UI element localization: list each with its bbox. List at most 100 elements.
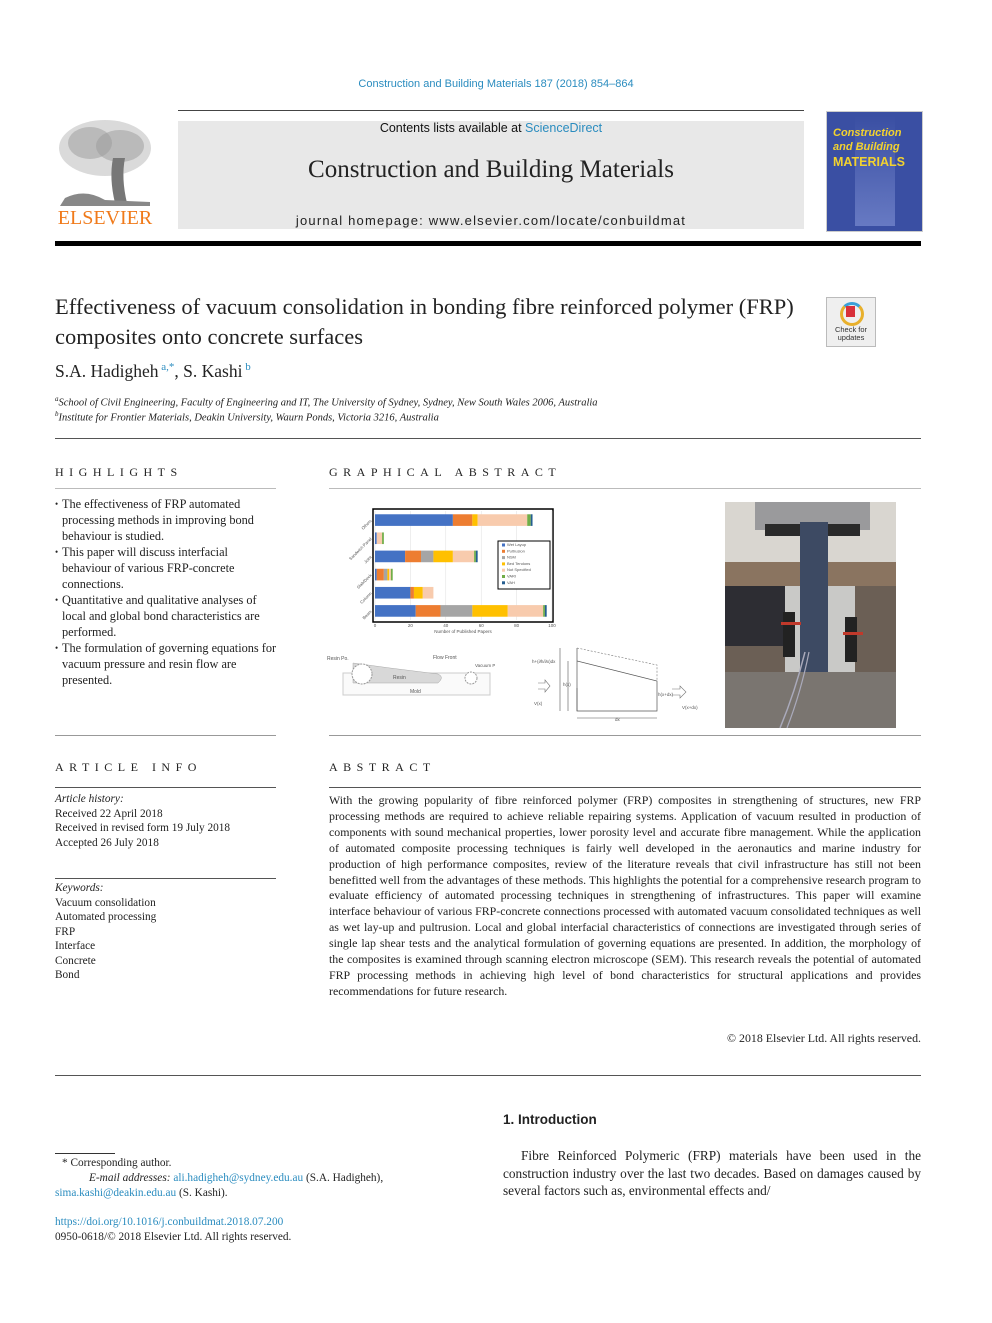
legend-swatch <box>502 568 505 572</box>
author-marks[interactable]: b <box>245 361 251 373</box>
doi-url[interactable]: https://doi.org/10.1016/j.conbuildmat.20… <box>55 1216 283 1228</box>
corresponding-author-note: * Corresponding author. <box>62 1157 172 1169</box>
x-tick-label: 40 <box>443 623 449 628</box>
author-list: S.A. Hadigheh a,*, S. Kashi b <box>55 361 251 381</box>
keyword[interactable]: Bond <box>55 969 79 981</box>
divider <box>55 787 276 788</box>
contents-prefix: Contents lists available at <box>379 121 526 135</box>
bar-segment <box>375 514 453 526</box>
check-for-updates-button[interactable]: Check for updates <box>826 297 876 347</box>
resin-label: Resin <box>393 675 406 681</box>
elsevier-logo[interactable]: ELSEVIER <box>55 118 155 230</box>
resin-pot-label: Resin Po. <box>327 656 349 662</box>
bar-segment <box>375 568 377 581</box>
article-info-heading: ARTICLE INFO <box>55 760 202 774</box>
bar-segment <box>440 605 473 617</box>
bar-segment <box>375 532 377 545</box>
bar-segment <box>421 550 434 563</box>
divider <box>55 1075 921 1076</box>
check-for-updates-label: Check for updates <box>834 325 868 342</box>
vacuum-pump-label: Vacuum Pump <box>475 663 495 668</box>
bar-segment <box>376 532 383 545</box>
resin-pot-circle <box>351 663 373 685</box>
keywords-label: Keywords: <box>55 882 104 894</box>
introduction-heading: 1. Introduction <box>503 1112 597 1127</box>
cover-materials: MATERIALS <box>833 155 905 169</box>
category-label: Joint <box>363 554 373 564</box>
doi-link[interactable]: https://doi.org/10.1016/j.conbuildmat.20… <box>55 1215 283 1230</box>
x-tick-label: 0 <box>374 623 377 628</box>
bar-segment <box>530 514 533 526</box>
outflow-arrow-icon <box>672 685 687 699</box>
bar-segment <box>375 605 416 617</box>
contents-line: Contents lists available at ScienceDirec… <box>178 121 804 135</box>
journal-cover-image[interactable]: Construction and Building MATERIALS <box>826 111 923 232</box>
email-link-kashi[interactable]: sima.kashi@deakin.edu.au <box>55 1187 176 1199</box>
bar-segment <box>413 586 423 599</box>
author-marks[interactable]: a,* <box>161 361 174 373</box>
history-label: Article history: <box>55 793 124 805</box>
control-volume <box>576 648 658 712</box>
bar-segment <box>452 550 475 563</box>
test-setup-photo[interactable] <box>725 502 896 728</box>
legend-label: VARI <box>507 574 516 579</box>
bookmark-icon <box>846 306 855 317</box>
abstract-text: With the growing popularity of fibre rei… <box>329 793 921 998</box>
height-dx-label: h(x+dx) <box>658 692 674 697</box>
keyword[interactable]: Automated processing <box>55 911 156 923</box>
x-tick-label: 100 <box>548 623 556 628</box>
bar-segment <box>527 514 531 526</box>
divider <box>55 438 921 439</box>
keyword[interactable]: FRP <box>55 926 75 938</box>
email-label: E-mail addresses: <box>89 1172 171 1184</box>
journal-homepage[interactable]: journal homepage: www.elsevier.com/locat… <box>178 213 804 228</box>
keyword[interactable]: Vacuum consolidation <box>55 897 156 909</box>
keyword[interactable]: Concrete <box>55 955 96 967</box>
divider <box>329 488 921 489</box>
journal-title[interactable]: Construction and Building Materials <box>178 156 804 184</box>
author-name[interactable]: S. Kashi <box>183 361 242 381</box>
inflow-arrow-icon <box>538 679 551 693</box>
bar-segment <box>375 586 411 599</box>
publications-bar-chart: OthersSandwich PanelJointSlab/DeckColumn… <box>348 508 556 634</box>
category-label: Others <box>360 518 372 530</box>
mold-label: Mold <box>410 689 421 695</box>
affiliation: aSchool of Civil Engineering, Faculty of… <box>55 395 598 409</box>
footnote-rule <box>55 1153 115 1154</box>
bar-segment <box>383 568 388 581</box>
divider <box>55 488 276 489</box>
history-item: Received 22 April 2018 <box>55 807 163 820</box>
x-tick-label: 80 <box>514 623 520 628</box>
legend-label: Pultrusion <box>507 548 525 553</box>
abstract-heading: ABSTRACT <box>329 760 436 774</box>
article-history: Article history: Received 22 April 2018 … <box>55 792 230 850</box>
outflow-label: V(x+dx) <box>682 705 698 710</box>
divider <box>55 878 276 879</box>
affiliation: bInstitute for Frontier Materials, Deaki… <box>55 410 439 424</box>
header-thick-rule <box>55 241 921 246</box>
legend-label: Bed Tendons <box>507 561 530 566</box>
journal-citation[interactable]: Construction and Building Materials 187 … <box>0 78 992 90</box>
legend-label: Wet Layup <box>507 542 527 547</box>
keywords-list: Keywords: Vacuum consolidation Automated… <box>55 881 156 983</box>
category-label: Column <box>359 590 373 604</box>
email-link-hadigheh[interactable]: ali.hadigheh@sydney.edu.au <box>173 1172 303 1184</box>
x-tick-label: 20 <box>408 623 414 628</box>
email-addresses: E-mail addresses: ali.hadigheh@sydney.ed… <box>55 1172 384 1199</box>
legend-swatch <box>502 575 505 578</box>
author-name[interactable]: S.A. Hadigheh <box>55 361 159 381</box>
abstract-copyright: © 2018 Elsevier Ltd. All rights reserved… <box>727 1031 921 1045</box>
bar-segment <box>422 586 434 599</box>
article-title: Effectiveness of vacuum consolidation in… <box>55 294 794 349</box>
cover-title: Construction and Building <box>833 127 902 153</box>
bar-segment <box>507 605 544 617</box>
bar-segment <box>382 532 384 545</box>
journal-banner: Contents lists available at ScienceDirec… <box>178 121 804 229</box>
bar-segment <box>472 514 478 526</box>
bar-segment <box>375 550 406 563</box>
sciencedirect-link[interactable]: ScienceDirect <box>525 121 602 135</box>
graphical-abstract-heading: GRAPHICAL ABSTRACT <box>329 465 562 479</box>
keyword[interactable]: Interface <box>55 940 95 952</box>
resin-infusion-diagram: Resin Po. Flow Front Vacuum Pump Resin M… <box>327 655 495 696</box>
legend-label: Not Specified <box>507 567 531 572</box>
